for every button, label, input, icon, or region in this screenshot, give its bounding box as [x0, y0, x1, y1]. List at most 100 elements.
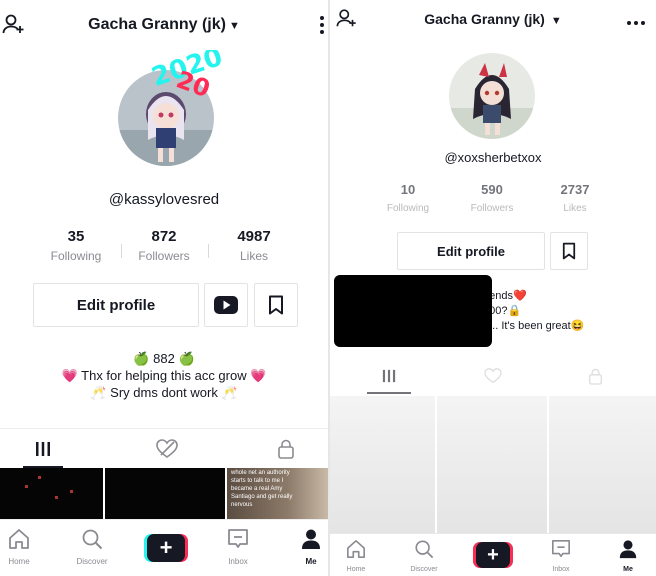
stat-label: Likes [239, 249, 268, 263]
bookmark-icon [562, 242, 576, 260]
tab-videos[interactable] [350, 358, 428, 394]
stat-label: Followers [470, 203, 514, 214]
stat-number: 872 [151, 228, 177, 245]
edit-profile-button[interactable]: Edit profile [397, 232, 545, 270]
video-thumbnail[interactable] [549, 396, 656, 536]
profile-icon [302, 529, 320, 549]
content-tabs [330, 358, 656, 394]
stat-following[interactable]: 10 Following [370, 182, 446, 214]
edit-profile-label: Edit profile [437, 243, 505, 259]
tab-private[interactable] [556, 358, 634, 394]
redaction-block [334, 275, 492, 347]
nav-discover[interactable]: Discover [72, 528, 112, 566]
username-title[interactable]: Gacha Granny (jk) ▼ [330, 11, 656, 27]
lock-icon [277, 439, 294, 459]
video-thumbnail[interactable] [437, 396, 547, 536]
lock-icon [588, 368, 602, 385]
avatar[interactable] [449, 53, 535, 139]
video-thumbnail[interactable] [105, 468, 225, 520]
nav-label: Me [623, 566, 633, 573]
nav-discover[interactable]: Discover [404, 539, 444, 573]
nav-home[interactable]: Home [4, 528, 34, 566]
tab-private[interactable] [243, 429, 328, 469]
stat-label: Likes [563, 203, 587, 214]
nav-label: Discover [76, 557, 108, 566]
nav-me[interactable]: Me [298, 528, 324, 566]
profile-icon [619, 540, 637, 559]
youtube-button[interactable] [204, 283, 248, 327]
stat-number: 35 [67, 228, 85, 245]
video-thumbnail[interactable] [330, 396, 435, 536]
stat-number: 2737 [560, 182, 590, 197]
stat-label: Following [386, 203, 430, 214]
stat-number: 590 [481, 182, 503, 197]
more-vertical-icon[interactable] [318, 14, 326, 41]
plus-icon: + [147, 534, 185, 562]
bio-line: 💗 Thx for helping this acc grow 💗 [61, 368, 267, 383]
tab-videos[interactable] [0, 429, 85, 469]
year-sticker: 2020 20 [148, 42, 228, 103]
inbox-icon [552, 540, 570, 558]
stat-number: 10 [400, 182, 416, 197]
divider [208, 244, 209, 258]
bookmark-icon [269, 295, 283, 315]
stat-number: 4987 [237, 228, 271, 245]
active-tab-indicator [367, 392, 411, 394]
video-thumbnail[interactable]: whole net an authority starts to talk to… [227, 468, 328, 520]
more-horizontal-icon[interactable] [626, 13, 646, 31]
bio-line: n... It's been great😆 [483, 320, 585, 332]
thumbnail-detail [70, 490, 73, 493]
bio-line: 🍏 882 🍏 [133, 351, 195, 366]
nav-me[interactable]: Me [616, 539, 640, 573]
thumbnail-detail [38, 476, 41, 479]
nav-label: Home [8, 557, 30, 566]
stat-likes: 4987 Likes [214, 228, 294, 263]
username-title-text: Gacha Granny (jk) [88, 16, 226, 33]
nav-inbox[interactable]: Inbox [222, 528, 254, 566]
search-icon [415, 540, 434, 559]
nav-label: Inbox [552, 566, 570, 573]
tab-liked[interactable] [124, 429, 209, 469]
nav-label: Me [305, 557, 317, 566]
thumbnail-caption: whole net an authority starts to talk to… [231, 470, 293, 508]
search-icon [82, 529, 103, 550]
profile-handle: @kassylovesred [108, 191, 220, 208]
top-bar: Gacha Granny (jk) ▼ [330, 0, 656, 50]
create-button[interactable]: + [473, 542, 513, 568]
create-button[interactable]: + [144, 534, 188, 562]
bookmark-button[interactable] [254, 283, 298, 327]
nav-label: Discover [410, 566, 438, 573]
edit-profile-button[interactable]: Edit profile [33, 283, 199, 327]
nav-label: Home [346, 566, 366, 573]
username-title[interactable]: Gacha Granny (jk) ▼ [0, 16, 328, 34]
nav-home[interactable]: Home [342, 539, 370, 573]
stat-followers[interactable]: 872 Followers [124, 228, 204, 263]
edit-profile-label: Edit profile [76, 296, 156, 314]
username-title-text: Gacha Granny (jk) [424, 11, 545, 27]
stat-following[interactable]: 35 Following [36, 228, 116, 263]
left-profile-screen: Gacha Granny (jk) ▼ 2020 20 @kassylovesre… [0, 0, 328, 576]
tab-liked[interactable] [454, 358, 532, 394]
chevron-down-icon: ▼ [228, 20, 240, 32]
bottom-navigation: Home Discover + Inbox Me [0, 519, 328, 576]
nav-label: Inbox [228, 557, 248, 566]
home-icon [347, 540, 365, 558]
stat-followers[interactable]: 590 Followers [454, 182, 530, 214]
inbox-icon [228, 529, 248, 548]
stat-likes: 2737 Likes [537, 182, 613, 214]
year-sticker-graphic: 2020 20 [148, 42, 226, 103]
nav-inbox[interactable]: Inbox [546, 539, 576, 573]
content-tabs [0, 428, 328, 469]
profile-bio: 🍏 882 🍏 💗 Thx for helping this acc grow … [0, 350, 328, 401]
video-thumbnail[interactable] [0, 468, 103, 520]
youtube-icon [214, 296, 238, 314]
stat-label: Following [50, 249, 102, 263]
bio-line: 🥂 Sry dms dont work 🥂 [90, 385, 238, 400]
heart-hidden-icon [484, 368, 502, 384]
right-profile-screen: Gacha Granny (jk) ▼ @xoxsherbetxox 10 Fol… [330, 0, 656, 576]
divider [121, 244, 122, 258]
profile-handle: @xoxsherbetxox [444, 150, 542, 165]
grid-icon [35, 442, 50, 456]
bookmark-button[interactable] [550, 232, 588, 270]
top-bar: Gacha Granny (jk) ▼ [0, 0, 328, 50]
